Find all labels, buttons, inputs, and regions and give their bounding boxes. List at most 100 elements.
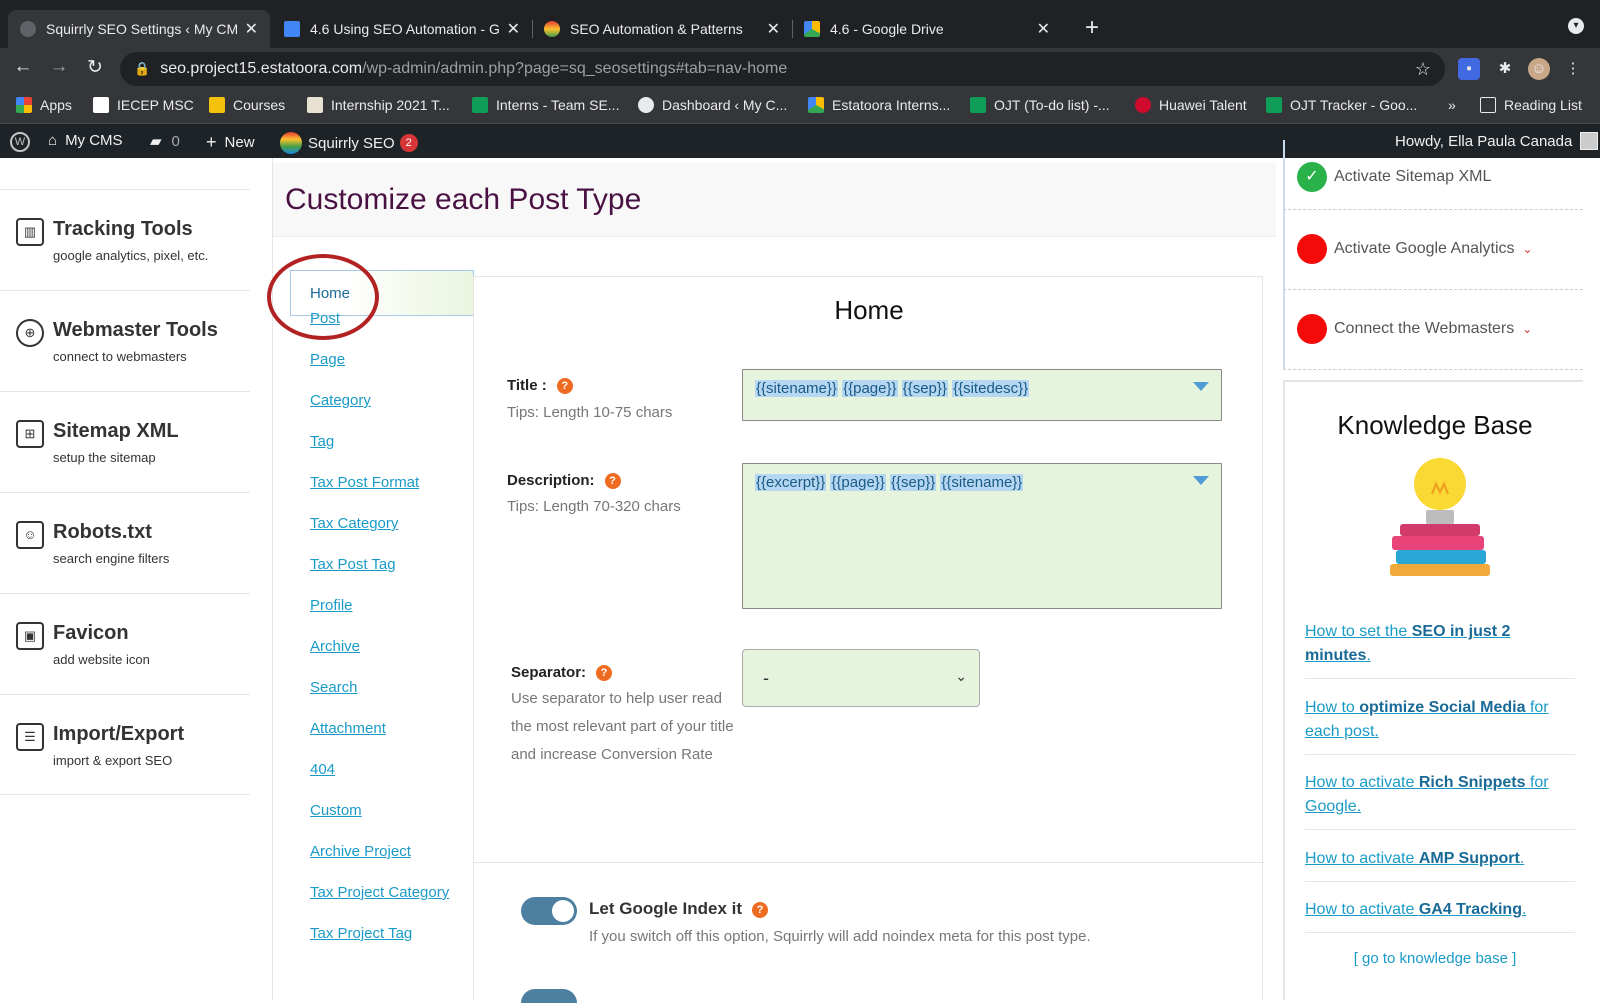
close-tab-icon[interactable]: ✕ <box>767 19 780 39</box>
pattern-token[interactable]: {{sitedesc}} <box>952 380 1030 397</box>
pattern-token[interactable]: {{sep}} <box>901 380 948 397</box>
bookmark-ojt-todo[interactable]: OJT (To-do list) -... <box>970 97 1110 113</box>
reload-icon[interactable]: ↻ <box>82 56 108 79</box>
bookmark-interns-team[interactable]: Interns - Team SE... <box>472 97 619 113</box>
close-tab-icon[interactable]: ✕ <box>245 19 258 39</box>
close-tab-icon[interactable]: ✕ <box>1037 19 1050 39</box>
apps-grid-icon <box>16 97 32 113</box>
squirrly-seo-menu[interactable]: Squirrly SEO 2 <box>280 132 418 154</box>
squirrly-icon <box>544 21 560 37</box>
nav-robots-txt[interactable]: ☺ Robots.txt search engine filters <box>0 492 250 593</box>
bookmark-star-icon[interactable]: ☆ <box>1415 59 1431 80</box>
bookmarks-bar: Apps IECEP MSC Courses Internship 2021 T… <box>0 90 1600 124</box>
post-type-tax-project-category[interactable]: Tax Project Category <box>310 884 449 901</box>
forward-icon[interactable]: → <box>46 56 72 78</box>
wordpress-logo-icon[interactable]: W <box>10 132 30 152</box>
task-activate-analytics[interactable]: Activate Google Analytics ⌄ <box>1283 210 1583 290</box>
separator-select[interactable]: - ⌄ <box>742 649 980 707</box>
post-type-search[interactable]: Search <box>310 679 358 696</box>
nav-favicon[interactable]: ▣ Favicon add website icon <box>0 593 250 694</box>
tab-squirrly-settings[interactable]: Squirrly SEO Settings ‹ My CMS ✕ <box>8 10 270 48</box>
post-type-tax-project-tag[interactable]: Tax Project Tag <box>310 925 412 942</box>
tab-title: SEO Automation & Patterns <box>570 21 743 37</box>
post-type-category[interactable]: Category <box>310 392 371 409</box>
tab-seo-patterns[interactable]: SEO Automation & Patterns ✕ <box>532 10 792 48</box>
pattern-token[interactable]: {{sitename}} <box>940 474 1024 491</box>
more-menu-icon[interactable]: ⋮ <box>1562 58 1584 80</box>
post-type-tax-post-tag[interactable]: Tax Post Tag <box>310 556 396 573</box>
home-icon: ⌂ <box>48 132 58 149</box>
new-tab-icon[interactable]: + <box>1085 14 1099 42</box>
kb-link-ga4-tracking[interactable]: How to activate GA4 Tracking. <box>1305 898 1575 933</box>
post-type-archive-project[interactable]: Archive Project <box>310 843 411 860</box>
task-activate-sitemap[interactable]: ✓ Activate Sitemap XML <box>1283 140 1583 210</box>
post-type-settings-panel: Customize each Post Type Home Post Page … <box>267 158 1276 1003</box>
google-index-toggle[interactable] <box>521 897 577 925</box>
status-dot-icon <box>1297 314 1327 344</box>
nav-import-export[interactable]: ☰ Import/Export import & export SEO <box>0 694 250 795</box>
bookmark-huawei[interactable]: Huawei Talent <box>1135 97 1247 113</box>
help-icon[interactable]: ? <box>556 378 573 395</box>
kb-more-link[interactable]: [ go to knowledge base ] <box>1285 950 1585 967</box>
task-connect-webmasters[interactable]: Connect the Webmasters ⌄ <box>1283 290 1583 370</box>
pattern-token[interactable]: {{page}} <box>842 380 898 397</box>
settings-left-nav: ▥ Tracking Tools google analytics, pixel… <box>0 158 250 1000</box>
post-type-profile[interactable]: Profile <box>310 597 353 614</box>
tab-seo-automation-doc[interactable]: 4.6 Using SEO Automation - Go ✕ <box>272 10 532 48</box>
bookmark-courses[interactable]: Courses <box>209 97 285 113</box>
post-type-archive[interactable]: Archive <box>310 638 360 655</box>
pattern-dropdown-icon[interactable] <box>1193 476 1209 485</box>
pattern-token[interactable]: {{sitename}} <box>755 380 838 397</box>
bookmark-dashboard[interactable]: Dashboard ‹ My C... <box>638 97 787 113</box>
title-label: Title :? <box>507 377 573 395</box>
profile-avatar[interactable]: ☺ <box>1528 58 1550 80</box>
bookmark-iecep[interactable]: IECEP MSC <box>93 97 194 113</box>
kb-link-rich-snippets[interactable]: How to activate Rich Snippets for Google… <box>1305 771 1575 830</box>
help-icon[interactable]: ? <box>752 901 769 918</box>
site-name[interactable]: ⌂ My CMS <box>48 132 123 149</box>
pattern-dropdown-icon[interactable] <box>1193 382 1209 391</box>
bookmark-apps[interactable]: Apps <box>16 97 72 113</box>
puzzle-extensions-icon[interactable]: ✱ <box>1494 58 1516 80</box>
pattern-token[interactable]: {{page}} <box>830 474 886 491</box>
tab-search-icon[interactable]: ▾ <box>1568 18 1584 34</box>
bookmarks-overflow[interactable]: » <box>1448 97 1456 113</box>
comment-icon: ▰ <box>150 133 162 150</box>
panel-header: Customize each Post Type <box>273 163 1276 237</box>
doc-icon <box>307 97 323 113</box>
kb-link-social-media[interactable]: How to optimize Social Media for each po… <box>1305 696 1575 755</box>
post-type-attachment[interactable]: Attachment <box>310 720 386 737</box>
back-icon[interactable]: ← <box>10 56 36 78</box>
post-type-tax-post-format[interactable]: Tax Post Format <box>310 474 419 491</box>
kb-link-amp-support[interactable]: How to activate AMP Support. <box>1305 847 1575 882</box>
next-option-toggle[interactable] <box>521 989 577 1003</box>
post-type-tax-category[interactable]: Tax Category <box>310 515 398 532</box>
help-icon[interactable]: ? <box>596 665 613 682</box>
new-content-link[interactable]: + New <box>206 132 255 153</box>
comments-link[interactable]: ▰ 0 <box>150 132 180 151</box>
form-heading: Home <box>834 295 904 325</box>
extension-icon[interactable]: ▪ <box>1458 58 1480 80</box>
nav-webmaster-tools[interactable]: ⊕ Webmaster Tools connect to webmasters <box>0 290 250 391</box>
bookmark-internship[interactable]: Internship 2021 T... <box>307 97 450 113</box>
title-pattern-input[interactable]: {{sitename}} {{page}} {{sep}} {{sitedesc… <box>742 369 1222 421</box>
reading-list[interactable]: Reading List <box>1480 97 1582 113</box>
plus-icon: + <box>206 132 217 152</box>
post-type-tag[interactable]: Tag <box>310 433 334 450</box>
kb-link-seo-2-minutes[interactable]: How to set the SEO in just 2 minutes. <box>1305 620 1575 679</box>
nav-sitemap-xml[interactable]: ⊞ Sitemap XML setup the sitemap <box>0 391 250 492</box>
nav-tracking-tools[interactable]: ▥ Tracking Tools google analytics, pixel… <box>0 189 250 290</box>
tab-google-drive[interactable]: 4.6 - Google Drive ✕ <box>792 10 1062 48</box>
post-type-custom[interactable]: Custom <box>310 802 362 819</box>
lock-icon: 🔒 <box>134 61 151 76</box>
help-icon[interactable]: ? <box>604 473 621 490</box>
close-tab-icon[interactable]: ✕ <box>507 19 520 39</box>
description-pattern-input[interactable]: {{excerpt}} {{page}} {{sep}} {{sitename}… <box>742 463 1222 609</box>
pattern-token[interactable]: {{excerpt}} <box>755 474 827 491</box>
post-type-404[interactable]: 404 <box>310 761 335 778</box>
pattern-token[interactable]: {{sep}} <box>890 474 937 491</box>
post-type-page[interactable]: Page <box>310 351 345 368</box>
address-bar[interactable]: 🔒 seo.project15.estatoora.com/wp-admin/a… <box>120 52 1445 86</box>
bookmark-ojt-tracker[interactable]: OJT Tracker - Goo... <box>1266 97 1417 113</box>
bookmark-estatoora[interactable]: Estatoora Interns... <box>808 97 950 113</box>
